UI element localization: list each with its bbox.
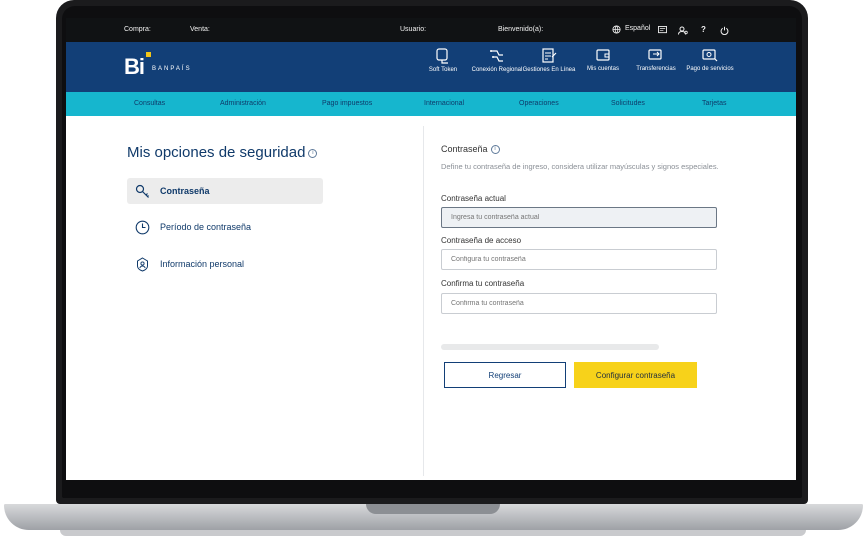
soft-token-icon (436, 48, 448, 64)
subnav-solicitudes[interactable]: Solicitudes (611, 100, 645, 107)
subnav-internacional[interactable]: Internacional (424, 100, 464, 107)
configure-password-button[interactable]: Configurar contraseña (574, 362, 697, 388)
column-divider (423, 126, 424, 476)
current-password-label: Contraseña actual (441, 194, 506, 203)
logo-text: BANPAÍS (152, 66, 192, 72)
usuario-label: Usuario: (400, 26, 427, 33)
logo-mark: Bi (124, 52, 151, 80)
user-settings-icon[interactable] (678, 26, 688, 35)
subnav-pago-impuestos[interactable]: Pago impuestos (322, 100, 372, 107)
menu-item-periodo-contrasena[interactable]: Período de contraseña (127, 214, 323, 240)
nav-conexion-regional[interactable]: Conexión Regional (470, 48, 524, 74)
confirm-password-input[interactable] (441, 293, 717, 314)
globe-icon[interactable] (612, 25, 621, 34)
banpais-logo[interactable]: Bi BANPAÍS (124, 52, 192, 80)
main-navbar: Bi BANPAÍS Soft Token Conexión Regional (66, 42, 796, 92)
services-icon (702, 49, 718, 62)
form-title: Contraseña i (441, 144, 500, 155)
transfer-icon (648, 49, 662, 60)
subnav-consultas[interactable]: Consultas (134, 100, 165, 107)
info-icon[interactable]: i (308, 148, 318, 158)
page-content: Mis opciones de seguridad i Contraseña Pe… (66, 116, 796, 480)
conexion-regional-icon (490, 50, 503, 62)
menu-item-contrasena[interactable]: Contraseña (127, 178, 323, 204)
current-password-input[interactable] (441, 207, 717, 228)
nav-soft-token[interactable]: Soft Token (416, 48, 470, 74)
power-icon[interactable] (720, 26, 729, 35)
user-lock-icon (134, 256, 150, 272)
password-strength-bar (441, 344, 659, 350)
compra-label: Compra: (124, 26, 151, 33)
form-description: Define tu contraseña de ingreso, conside… (441, 162, 719, 171)
language-selector[interactable]: Español (625, 25, 650, 32)
nav-transferencias[interactable]: Transferencias (629, 48, 683, 73)
wallet-icon (595, 49, 610, 61)
key-icon (134, 183, 150, 199)
laptop-frame: Compra: Venta: Usuario: Bienvenido(a): E… (0, 0, 867, 538)
screen: Compra: Venta: Usuario: Bienvenido(a): E… (66, 18, 796, 480)
page-title: Mis opciones de seguridad i (127, 144, 318, 161)
info-icon[interactable]: i (490, 145, 500, 155)
back-button[interactable]: Regresar (444, 362, 566, 388)
menu-item-informacion-personal[interactable]: Información personal (127, 251, 323, 277)
nav-mis-cuentas[interactable]: Mis cuentas (576, 48, 630, 73)
subnav-tarjetas[interactable]: Tarjetas (702, 100, 727, 107)
sub-navbar: Consultas Administración Pago impuestos … (66, 92, 796, 116)
clock-icon (134, 219, 150, 235)
help-icon[interactable]: ? (701, 25, 706, 34)
bienvenido-label: Bienvenido(a): (498, 26, 544, 33)
nav-gestiones-en-linea[interactable]: Gestiones En Línea (522, 48, 576, 74)
top-info-bar: Compra: Venta: Usuario: Bienvenido(a): E… (66, 18, 796, 42)
subnav-operaciones[interactable]: Operaciones (519, 100, 559, 107)
message-icon[interactable] (658, 26, 667, 34)
venta-label: Venta: (190, 26, 210, 33)
subnav-administracion[interactable]: Administración (220, 100, 266, 107)
gestiones-icon (542, 48, 557, 63)
confirm-password-label: Confirma tu contraseña (441, 279, 525, 288)
access-password-input[interactable] (441, 249, 717, 270)
access-password-label: Contraseña de acceso (441, 236, 522, 245)
nav-pago-de-servicios[interactable]: Pago de servicios (683, 48, 737, 73)
